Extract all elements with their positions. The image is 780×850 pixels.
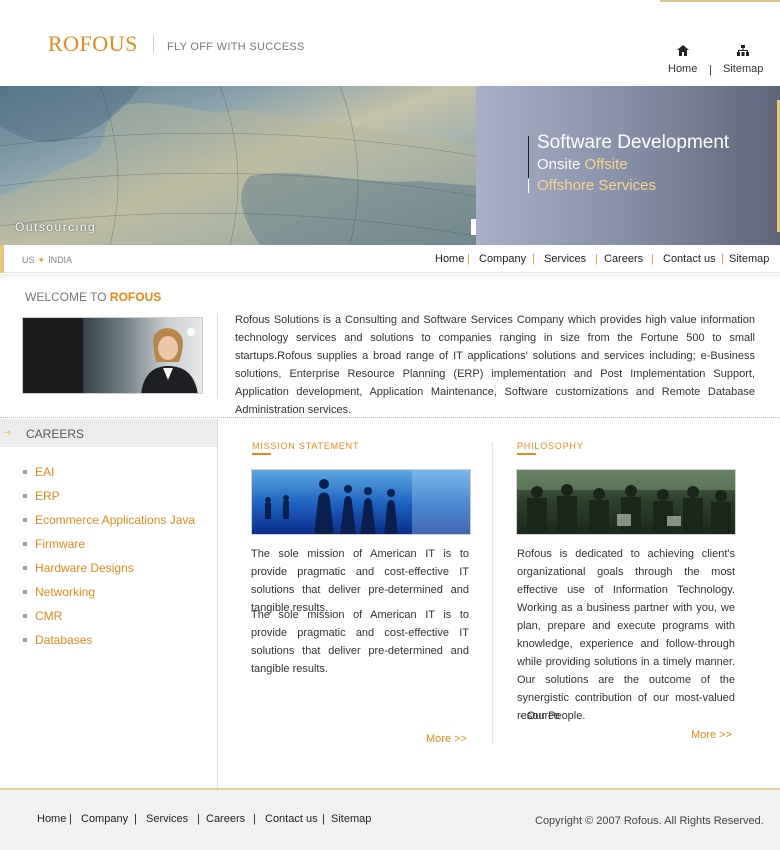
banner-divider-light: [528, 179, 529, 193]
location-indicator: US ✦ INDIA: [22, 255, 72, 266]
banner-line-onsite: Onsite Offsite: [537, 156, 628, 173]
career-item-label: EAI: [35, 465, 55, 479]
nav-separator: |: [595, 253, 598, 265]
footer-nav-company[interactable]: Company: [81, 813, 128, 825]
banner-onsite: Onsite: [537, 156, 581, 173]
bullet-icon: [23, 565, 27, 570]
bullet-icon: [23, 517, 27, 522]
sitemap-icon: [737, 45, 750, 56]
footer-nav-careers[interactable]: Careers: [206, 813, 245, 825]
footer-nav-separator: |: [197, 813, 200, 825]
mission-photo: [251, 469, 471, 535]
banner-divider: [528, 136, 529, 178]
career-item-databases[interactable]: Databases: [23, 633, 92, 647]
footer-nav-separator: |: [134, 813, 137, 825]
bullet-icon: [23, 469, 27, 474]
column-divider: [492, 443, 493, 743]
mission-more-link[interactable]: More >>: [426, 733, 467, 745]
banner-offshore: Offshore Services: [537, 177, 656, 194]
meeting-audience-illustration: [517, 470, 735, 534]
nav-shadow: [0, 274, 780, 280]
bullet-icon: [23, 493, 27, 498]
career-item-label: ERP: [35, 489, 60, 503]
nav-separator: |: [532, 253, 535, 265]
banner-services-panel: [476, 86, 780, 245]
welcome-photo: [22, 317, 203, 394]
philosophy-signoff: - Our People.: [520, 710, 586, 722]
banner-headline: Software Development: [537, 132, 730, 153]
location-india: INDIA: [48, 255, 73, 265]
businesswoman-illustration: [23, 318, 198, 393]
career-item-ecommerce-java[interactable]: Ecommerce Applications Java: [23, 513, 195, 527]
footer-nav-sitemap[interactable]: Sitemap: [331, 813, 371, 825]
welcome-prefix: WELCOME TO: [25, 290, 107, 304]
sidebar-divider: [217, 419, 218, 788]
careers-title: CAREERS: [26, 427, 85, 441]
philosophy-title-underline: [517, 453, 536, 455]
top-accent-line: [660, 0, 780, 2]
site-tagline: FLY OFF WITH SUCCESS: [167, 41, 305, 53]
nav-separator: |: [651, 253, 654, 265]
logo-divider: [153, 35, 154, 53]
banner-outsourcing-caption: Outsourcing: [15, 220, 97, 234]
mission-paragraph-2: The sole mission of American IT is to pr…: [251, 609, 469, 675]
nav-company[interactable]: Company: [479, 253, 526, 265]
footer-nav-separator: |: [69, 813, 72, 825]
philosophy-title: PHILOSOPHY: [517, 441, 584, 451]
footer-nav-contact[interactable]: Contact us: [265, 813, 318, 825]
career-item-networking[interactable]: Networking: [23, 585, 95, 599]
bullet-icon: [23, 637, 27, 642]
philosophy-more-link[interactable]: More >>: [691, 729, 732, 741]
footer-nav-separator: |: [253, 813, 256, 825]
nav-sitemap[interactable]: Sitemap: [729, 253, 769, 265]
mission-title-underline: [252, 453, 271, 455]
nav-services[interactable]: Services: [544, 253, 586, 265]
section-divider: [0, 417, 780, 418]
philosophy-text: Rofous is dedicated to achieving client'…: [517, 548, 735, 722]
career-item-label: Firmware: [35, 537, 85, 551]
career-item-label: Databases: [35, 633, 93, 647]
footer-nav-services[interactable]: Services: [146, 813, 188, 825]
location-arrow-icon: ✦: [37, 255, 46, 265]
footer-nav-home[interactable]: Home: [37, 813, 66, 825]
nav-separator: |: [721, 253, 724, 265]
bullet-icon: [23, 613, 27, 618]
site-logo[interactable]: ROFOUS: [48, 31, 138, 57]
company-intro-text: Rofous Solutions is a Consulting and Sof…: [235, 314, 755, 416]
top-link-separator: |: [709, 64, 712, 76]
nav-accent-bar: [0, 245, 4, 273]
banner-offsite: Offsite: [584, 156, 628, 173]
nav-contact[interactable]: Contact us: [663, 253, 716, 265]
career-item-label: CMR: [35, 609, 63, 623]
welcome-divider: [217, 313, 218, 399]
career-item-firmware[interactable]: Firmware: [23, 537, 85, 551]
top-sitemap-link[interactable]: Sitemap: [723, 45, 763, 75]
bullet-icon: [23, 589, 27, 594]
philosophy-photo: [516, 469, 736, 535]
welcome-heading: WELCOME TO ROFOUS: [25, 290, 161, 304]
top-sitemap-label: Sitemap: [723, 63, 764, 75]
career-item-cmr[interactable]: CMR: [23, 609, 62, 623]
top-home-label: Home: [668, 63, 698, 75]
nav-home[interactable]: Home: [435, 253, 464, 265]
copyright-text: Copyright © 2007 Rofous. All Rights Rese…: [535, 815, 764, 827]
footer-nav-separator: |: [322, 813, 325, 825]
career-item-label: Ecommerce Applications Java: [35, 513, 196, 527]
business-people-illustration: [265, 470, 470, 534]
mission-title: MISSION STATEMENT: [252, 441, 360, 451]
careers-arrow-icon: ··›: [3, 427, 11, 438]
career-item-label: Hardware Designs: [35, 561, 134, 575]
home-icon: [676, 45, 689, 56]
career-item-hardware-designs[interactable]: Hardware Designs: [23, 561, 134, 575]
top-home-link[interactable]: Home: [668, 45, 697, 75]
nav-separator: |: [467, 253, 470, 265]
career-item-eai[interactable]: EAI: [23, 465, 54, 479]
location-us: US: [22, 255, 35, 265]
nav-careers[interactable]: Careers: [604, 253, 643, 265]
career-item-erp[interactable]: ERP: [23, 489, 60, 503]
bullet-icon: [23, 541, 27, 546]
welcome-brand: ROFOUS: [109, 290, 162, 304]
career-item-label: Networking: [35, 585, 96, 599]
